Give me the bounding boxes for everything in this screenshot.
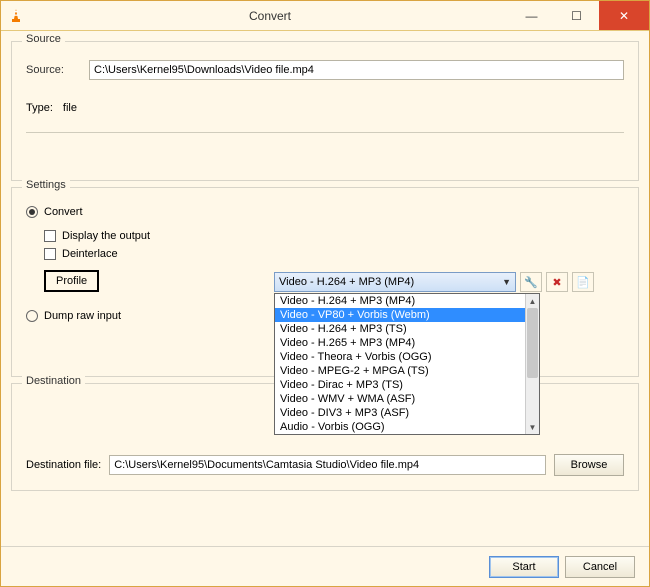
wrench-icon: 🔧 — [524, 276, 538, 289]
settings-legend: Settings — [22, 179, 70, 191]
scroll-up-icon[interactable]: ▲ — [526, 294, 539, 308]
minimize-button[interactable]: — — [509, 1, 554, 30]
profile-option[interactable]: Video - MPEG-2 + MPGA (TS) — [275, 364, 525, 378]
settings-group: Settings Convert Display the output Dein… — [11, 187, 639, 377]
profile-option[interactable]: Video - Dirac + MP3 (TS) — [275, 378, 525, 392]
maximize-button[interactable]: ☐ — [554, 1, 599, 30]
profile-option[interactable]: Video - H.265 + MP3 (MP4) — [275, 336, 525, 350]
dump-raw-label: Dump raw input — [44, 310, 121, 322]
convert-radio[interactable]: Convert — [26, 206, 624, 218]
radio-unselected-icon — [26, 310, 38, 322]
dialog-footer: Start Cancel — [1, 546, 649, 586]
type-value: file — [63, 102, 77, 114]
convert-radio-label: Convert — [44, 206, 83, 218]
deinterlace-checkbox[interactable]: Deinterlace — [44, 248, 624, 260]
source-divider — [26, 132, 624, 133]
scroll-down-icon[interactable]: ▼ — [526, 420, 539, 434]
display-output-checkbox[interactable]: Display the output — [44, 230, 624, 242]
profile-option[interactable]: Video - Theora + Vorbis (OGG) — [275, 350, 525, 364]
edit-profile-button[interactable]: 🔧 — [520, 272, 542, 292]
display-output-label: Display the output — [62, 230, 150, 242]
titlebar[interactable]: Convert — ☐ ✕ — [1, 1, 649, 31]
close-button[interactable]: ✕ — [599, 1, 649, 30]
profile-option[interactable]: Video - VP80 + Vorbis (Webm) — [275, 308, 525, 322]
profile-option[interactable]: Audio - Vorbis (OGG) — [275, 420, 525, 434]
checkbox-icon — [44, 248, 56, 260]
checkbox-icon — [44, 230, 56, 242]
profile-button[interactable]: Profile — [44, 270, 99, 292]
deinterlace-label: Deinterlace — [62, 248, 118, 260]
window-title: Convert — [31, 9, 509, 23]
profile-selected-value: Video - H.264 + MP3 (MP4) — [279, 276, 414, 288]
destination-legend: Destination — [22, 375, 85, 387]
destination-label: Destination file: — [26, 459, 101, 471]
profile-option[interactable]: Video - H.264 + MP3 (MP4) — [275, 294, 525, 308]
delete-icon: ✖ — [552, 276, 561, 289]
new-profile-button[interactable]: 📄 — [572, 272, 594, 292]
new-file-icon: 📄 — [576, 276, 590, 289]
convert-dialog: Convert — ☐ ✕ Source Source: Type: file … — [0, 0, 650, 587]
delete-profile-button[interactable]: ✖ — [546, 272, 568, 292]
browse-button[interactable]: Browse — [554, 454, 624, 476]
source-group: Source Source: Type: file — [11, 41, 639, 181]
vlc-icon — [1, 8, 31, 24]
destination-input[interactable] — [109, 455, 546, 475]
source-label: Source: — [26, 64, 81, 76]
profile-option[interactable]: Video - DIV3 + MP3 (ASF) — [275, 406, 525, 420]
cancel-button[interactable]: Cancel — [565, 556, 635, 578]
radio-selected-icon — [26, 206, 38, 218]
profile-dropdown-list: Video - H.264 + MP3 (MP4)Video - VP80 + … — [274, 293, 540, 435]
profile-combobox[interactable]: Video - H.264 + MP3 (MP4) ▼ Video - H.26… — [274, 272, 516, 292]
scroll-thumb[interactable] — [527, 308, 538, 378]
start-button[interactable]: Start — [489, 556, 559, 578]
chevron-down-icon: ▼ — [502, 277, 511, 287]
profile-option[interactable]: Video - WMV + WMA (ASF) — [275, 392, 525, 406]
source-input[interactable] — [89, 60, 624, 80]
type-label: Type: — [26, 102, 53, 114]
source-legend: Source — [22, 33, 65, 45]
profile-option[interactable]: Video - H.264 + MP3 (TS) — [275, 322, 525, 336]
dropdown-scrollbar[interactable]: ▲ ▼ — [525, 294, 539, 434]
